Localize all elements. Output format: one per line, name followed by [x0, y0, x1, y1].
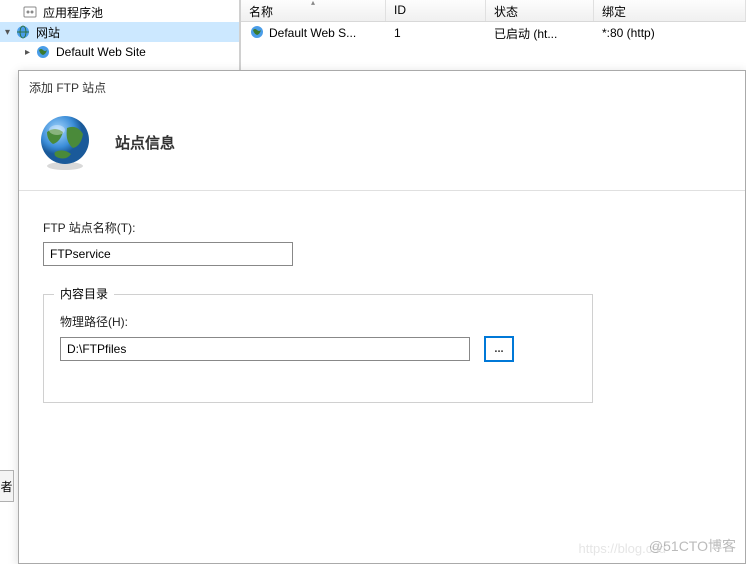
tree-item-default-site[interactable]: ▸ Default Web Site: [0, 42, 239, 62]
physical-path-label: 物理路径(H):: [60, 313, 576, 330]
column-header-binding[interactable]: 绑定: [594, 0, 746, 21]
column-header-status[interactable]: 状态: [486, 0, 594, 21]
site-name-label: FTP 站点名称(T):: [43, 219, 721, 236]
connections-tree: 应用程序池 ▾ 网站 ▸ Default Web Site: [0, 0, 240, 70]
collapse-icon[interactable]: ▾: [2, 27, 13, 38]
cell-name: Default Web S...: [269, 26, 356, 40]
sort-asc-icon: ▴: [311, 0, 315, 7]
site-name-input[interactable]: [43, 242, 293, 266]
globe-icon: [35, 44, 51, 60]
sites-list: ▴ 名称 ID 状态 绑定 Default Web S... 1 已启动 (ht…: [240, 0, 746, 70]
list-header: ▴ 名称 ID 状态 绑定: [241, 0, 746, 22]
physical-path-input[interactable]: [60, 337, 470, 361]
app-pool-icon: [22, 4, 38, 20]
add-ftp-site-dialog: 添加 FTP 站点 站点信息 FTP 站点名称(T): 内容目录 物理路径(H)…: [18, 70, 746, 564]
cell-status: 已启动 (ht...: [486, 23, 594, 44]
dialog-header-title: 站点信息: [115, 132, 175, 153]
cell-id: 1: [386, 24, 486, 42]
form-body: FTP 站点名称(T): 内容目录 物理路径(H): ...: [19, 191, 745, 431]
sites-folder-icon: [15, 24, 31, 40]
globe-large-icon: [35, 112, 95, 172]
tree-label: 网站: [33, 24, 60, 41]
browse-button[interactable]: ...: [484, 336, 514, 362]
globe-icon: [249, 24, 265, 43]
expand-icon[interactable]: ▸: [22, 47, 33, 58]
column-header-name[interactable]: ▴ 名称: [241, 0, 386, 21]
edge-tab[interactable]: 者: [0, 470, 14, 502]
tree-label: Default Web Site: [53, 45, 146, 59]
fieldset-legend: 内容目录: [54, 285, 114, 302]
tree-item-sites[interactable]: ▾ 网站: [0, 22, 239, 42]
column-header-id[interactable]: ID: [386, 0, 486, 21]
list-row[interactable]: Default Web S... 1 已启动 (ht... *:80 (http…: [241, 22, 746, 44]
content-directory-fieldset: 内容目录 物理路径(H): ...: [43, 294, 593, 403]
cell-binding: *:80 (http): [594, 24, 746, 42]
dialog-title: 添加 FTP 站点: [19, 71, 745, 104]
watermark: @51CTO博客: [649, 536, 736, 556]
dialog-header: 站点信息: [19, 104, 745, 191]
tree-label: 应用程序池: [40, 4, 103, 21]
tree-item-app-pools[interactable]: 应用程序池: [0, 2, 239, 22]
